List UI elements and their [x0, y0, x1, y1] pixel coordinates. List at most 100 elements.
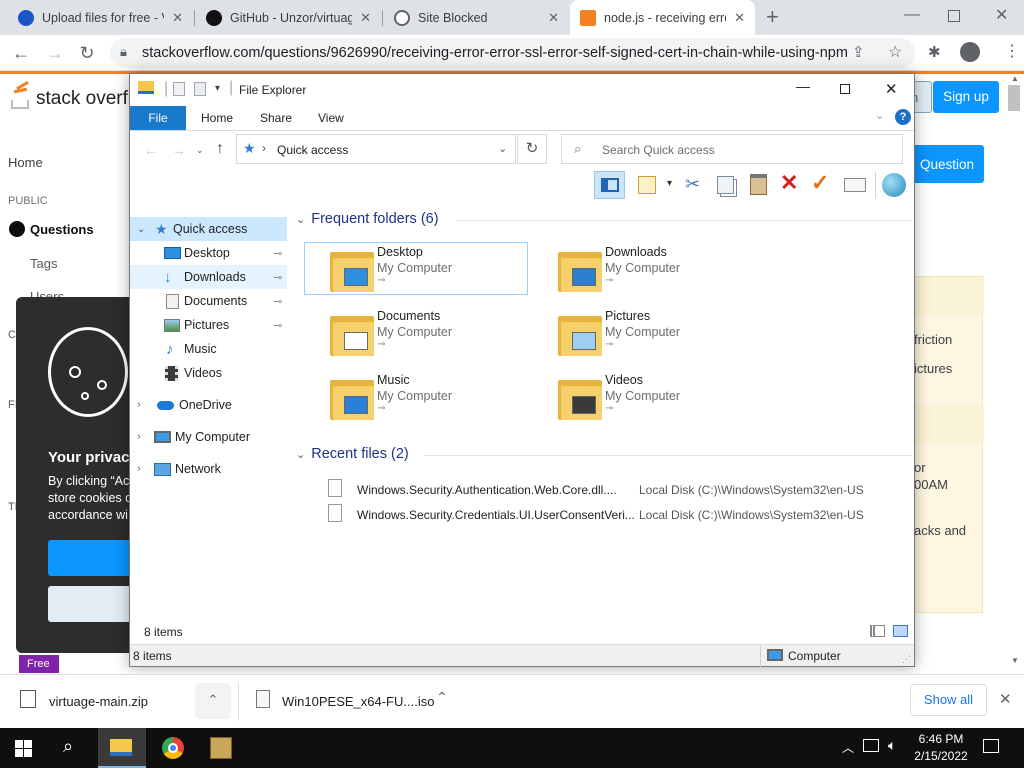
collapse-chevron-icon[interactable]: ⌄ — [137, 224, 151, 235]
folder-name[interactable]: Documents — [377, 309, 440, 323]
cut-scissors-icon[interactable]: ✂ — [685, 174, 700, 195]
new-item-dropdown-icon[interactable]: ▾ — [667, 178, 672, 189]
new-folder-qat-icon[interactable] — [194, 82, 206, 96]
free-badge[interactable]: Free — [19, 655, 59, 673]
address-dropdown-icon[interactable]: ⌄ — [498, 142, 507, 155]
folder-name[interactable]: Pictures — [605, 309, 650, 323]
show-hidden-icons-chevron[interactable]: ︿ — [842, 739, 854, 756]
scroll-down-arrow-icon[interactable]: ▼ — [1011, 656, 1019, 665]
close-downloads-bar-icon[interactable]: ✕ — [999, 690, 1012, 708]
pin-icon[interactable]: ⊸ — [377, 339, 385, 350]
preview-pane-toggle[interactable] — [594, 171, 625, 199]
minimize-explorer-icon[interactable]: — — [796, 78, 810, 94]
scroll-up-arrow-icon[interactable]: ▲ — [1011, 74, 1019, 83]
maximize-explorer-icon[interactable] — [840, 84, 850, 94]
pin-icon[interactable]: ⊸ — [377, 403, 385, 414]
collapse-group-icon[interactable]: ⌄ — [296, 449, 305, 461]
copy-icon[interactable] — [717, 176, 734, 194]
network-globe-icon[interactable] — [882, 173, 906, 197]
recent-locations-icon[interactable]: ⌄ — [196, 145, 204, 156]
download-filename[interactable]: virtuage-main.zip — [49, 694, 148, 709]
extensions-puzzle-icon[interactable]: ✱ — [928, 43, 941, 61]
nav-pictures[interactable]: Pictures ⊸ — [130, 313, 287, 337]
search-icon[interactable]: ⌕ — [63, 736, 73, 757]
nav-documents[interactable]: Documents ⊸ — [130, 289, 287, 313]
nav-downloads[interactable]: ↓ Downloads ⊸ — [130, 265, 287, 289]
nav-onedrive[interactable]: › OneDrive — [130, 393, 287, 417]
url-text[interactable]: stackoverflow.com/questions/9626990/rece… — [142, 45, 848, 61]
winrar-icon[interactable] — [210, 737, 232, 759]
download-options-chevron-icon[interactable]: ⌃ — [436, 689, 448, 706]
close-tab-icon[interactable]: ✕ — [734, 10, 745, 26]
nav-network[interactable]: › Network — [130, 457, 287, 481]
back-arrow-icon[interactable]: ← — [9, 41, 33, 65]
network-status-icon[interactable] — [863, 739, 879, 752]
chrome-icon[interactable] — [162, 737, 184, 759]
nav-my-computer[interactable]: › My Computer — [130, 425, 287, 449]
pin-icon[interactable]: ⊸ — [273, 247, 282, 260]
close-explorer-icon[interactable]: ✕ — [885, 80, 898, 98]
bookmark-star-icon[interactable]: ☆ — [888, 42, 902, 62]
ribbon-tab-file[interactable]: File — [130, 106, 186, 130]
close-tab-icon[interactable]: ✕ — [172, 10, 183, 26]
notification-center-icon[interactable] — [983, 739, 999, 753]
pin-icon[interactable]: ⊸ — [273, 295, 282, 308]
restore-window-icon[interactable] — [948, 10, 960, 22]
expand-chevron-icon[interactable]: › — [137, 399, 157, 411]
address-field[interactable]: ★ › Quick access ⌄ — [236, 134, 516, 164]
sidebar-snippet[interactable]: 00AM — [914, 477, 948, 492]
ribbon-tab-view[interactable]: View — [318, 111, 344, 125]
minimize-window-icon[interactable]: — — [904, 6, 920, 24]
recent-files-header[interactable]: ⌄ Recent files (2) — [296, 446, 409, 462]
properties-icon[interactable] — [844, 178, 866, 192]
resize-grip-icon[interactable]: ⋰ — [902, 654, 911, 665]
paste-clipboard-icon[interactable] — [750, 174, 767, 195]
tab-github[interactable]: GitHub - Unzor/virtuag ✕ — [196, 0, 381, 35]
nav-questions[interactable]: Questions — [30, 222, 94, 237]
folder-name[interactable]: Downloads — [605, 245, 667, 259]
signup-button[interactable]: Sign up — [933, 81, 999, 113]
search-box[interactable]: ⌕ Search Quick access — [561, 134, 903, 164]
folder-name[interactable]: Music — [377, 373, 410, 387]
reload-icon[interactable]: ↻ — [75, 41, 99, 65]
profile-avatar-icon[interactable] — [960, 42, 980, 62]
accept-cookies-button[interactable] — [48, 540, 136, 576]
share-icon[interactable]: ⇪ — [852, 43, 865, 61]
ribbon-tab-share[interactable]: Share — [260, 111, 292, 125]
expand-chevron-icon[interactable]: › — [137, 431, 154, 443]
properties-qat-icon[interactable] — [173, 82, 185, 96]
recent-file-path[interactable]: Local Disk (C:)\Windows\System32\en-US — [639, 508, 864, 522]
expand-chevron-icon[interactable]: › — [137, 463, 154, 475]
forward-nav-icon[interactable]: → — [172, 142, 186, 158]
frequent-folders-header[interactable]: ⌄ Frequent folders (6) — [296, 211, 439, 227]
collapse-group-icon[interactable]: ⌄ — [296, 214, 305, 226]
tab-upload-files[interactable]: Upload files for free - V ✕ — [8, 0, 193, 35]
sidebar-snippet[interactable]: or — [914, 460, 926, 475]
clock-time[interactable]: 6:46 PM — [917, 732, 965, 746]
volume-speaker-icon[interactable]: 🔈︎ — [888, 737, 896, 754]
download-filename[interactable]: Win10PESE_x64-FU....iso — [282, 694, 434, 709]
clock-date[interactable]: 2/15/2022 — [912, 749, 970, 763]
stackoverflow-logo-icon[interactable] — [9, 80, 31, 109]
nav-videos[interactable]: Videos — [130, 361, 287, 385]
search-placeholder[interactable]: Search Quick access — [602, 143, 715, 157]
delete-x-icon[interactable]: ✕ — [780, 170, 798, 196]
close-window-icon[interactable]: ✕ — [995, 5, 1008, 25]
taskbar-file-explorer[interactable] — [98, 728, 146, 768]
nav-home[interactable]: Home — [8, 155, 43, 170]
pin-icon[interactable]: ⊸ — [605, 275, 613, 286]
tab-nodejs[interactable]: node.js - receiving erro ✕ — [570, 0, 755, 35]
ask-question-button[interactable]: Question — [912, 145, 984, 183]
folder-name[interactable]: Desktop — [377, 245, 423, 259]
ribbon-tab-home[interactable]: Home — [201, 111, 233, 125]
folder-name[interactable]: Videos — [605, 373, 643, 387]
nav-tags[interactable]: Tags — [30, 256, 57, 271]
address-text[interactable]: Quick access — [277, 143, 348, 157]
up-folder-icon[interactable]: ↑ — [216, 140, 224, 158]
pin-icon[interactable]: ⊸ — [273, 271, 282, 284]
new-item-icon[interactable] — [638, 176, 656, 194]
recent-file-name[interactable]: Windows.Security.Credentials.UI.UserCons… — [357, 508, 635, 522]
show-all-downloads-button[interactable]: Show all — [910, 684, 987, 716]
breadcrumb-chevron-icon[interactable]: › — [262, 141, 266, 155]
nav-desktop[interactable]: Desktop ⊸ — [130, 241, 287, 265]
